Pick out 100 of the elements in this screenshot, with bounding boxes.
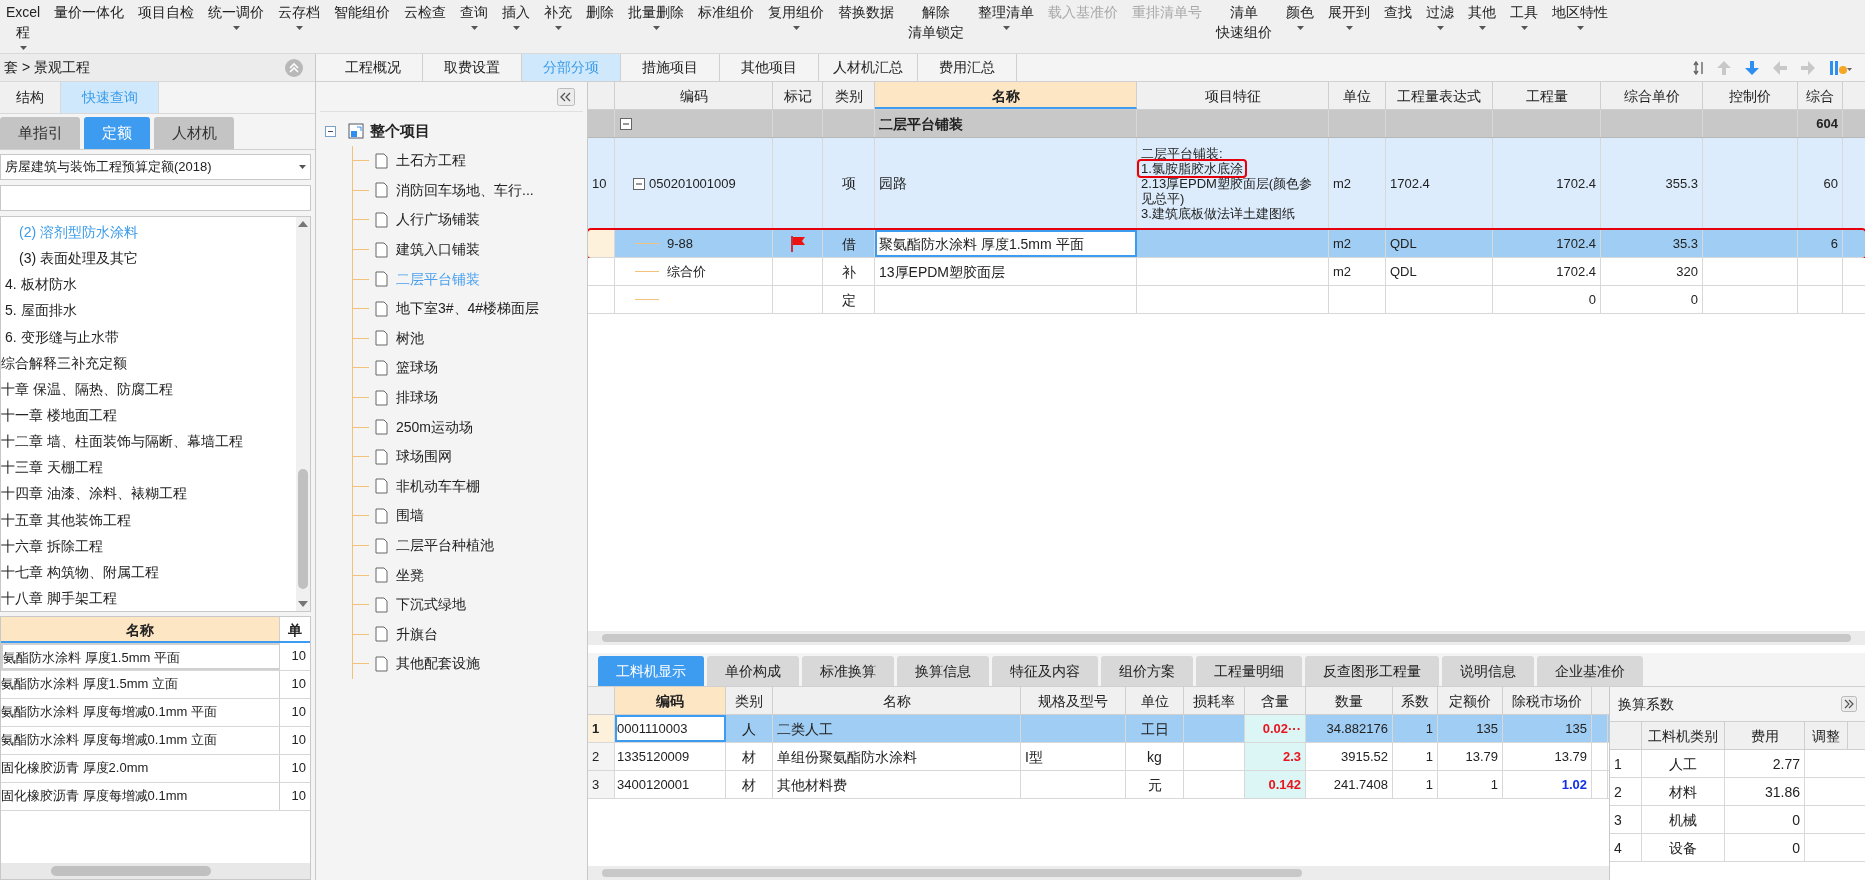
horizontal-scrollbar[interactable]: [1, 863, 310, 879]
tree-item[interactable]: 排球场: [396, 387, 438, 409]
detail-tab[interactable]: 单价构成: [707, 656, 799, 686]
toolbar-button[interactable]: 复用组价: [762, 0, 831, 30]
column-header: 标记: [773, 82, 823, 109]
tree-item[interactable]: 十四章 油漆、涂料、裱糊工程: [1, 480, 296, 507]
tree-item[interactable]: 十二章 墙、柱面装饰与隔断、幕墙工程: [1, 428, 296, 455]
tree-item[interactable]: 250m运动场: [396, 416, 474, 438]
toolbar-button[interactable]: 展开到: [1322, 0, 1377, 30]
detail-tab[interactable]: 组价方案: [1101, 656, 1193, 686]
table-cell: 元: [1126, 771, 1184, 798]
tree-item[interactable]: 建筑入口铺装: [396, 239, 480, 261]
panel-subtab[interactable]: 单指引: [0, 117, 80, 149]
toolbar-button[interactable]: 项目自检: [132, 0, 201, 22]
toolbar-button[interactable]: 云存档: [272, 0, 327, 30]
table-row[interactable]: 9-88 借 聚氨酯防水涂料 厚度1.5mm 平面 m2 QDL 1702.4 35.3 6: [588, 230, 1865, 258]
tree-item[interactable]: 十六章 拆除工程: [1, 532, 296, 559]
settings-icon: [1829, 59, 1853, 76]
scrollbar[interactable]: [296, 217, 310, 611]
detail-tab[interactable]: 企业基准价: [1537, 656, 1643, 686]
tree-item[interactable]: 4. 板材防水: [1, 271, 296, 298]
search-field[interactable]: [0, 185, 311, 211]
horizontal-scrollbar[interactable]: [588, 631, 1865, 645]
tree-item[interactable]: 消防回车场地、车行...: [396, 179, 534, 201]
table-cell[interactable]: 氨酯防水涂料 厚度每增减0.1mm 立面: [1, 727, 280, 754]
toolbar-button[interactable]: 整理清单: [972, 0, 1041, 30]
tree-item[interactable]: 十一章 楼地面工程: [1, 402, 296, 429]
tree-item[interactable]: 篮球场: [396, 357, 438, 379]
table-row[interactable]: 1 0001110003 人 二类人工 工日 0.02··· 34.882176 1 135 135: [588, 715, 1609, 743]
detail-tab[interactable]: 说明信息: [1442, 656, 1534, 686]
toolbar-button[interactable]: 过滤: [1420, 0, 1461, 30]
horizontal-scrollbar[interactable]: [588, 866, 1609, 880]
tree-item[interactable]: 二层平台种植池: [396, 535, 494, 556]
table-row[interactable]: 2 1335120009 材 单组份聚氨酯防水涂料 I型 kg 2.3 3915.52 1 13.79 13.79: [588, 743, 1609, 771]
panel-tab[interactable]: 结构: [0, 82, 61, 113]
document-icon: [375, 152, 388, 169]
detail-tab[interactable]: 工程量明细: [1196, 656, 1302, 686]
toolbar-button[interactable]: Excel 程: [0, 0, 47, 50]
scroll-thumb[interactable]: [298, 469, 308, 589]
table-cell[interactable]: 氨酯防水涂料 厚度每增减0.1mm 平面: [1, 699, 280, 726]
tree-item[interactable]: 土石方工程: [396, 150, 466, 172]
table-cell[interactable]: 氨酯防水涂料 厚度1.5mm 平面: [1, 643, 280, 670]
tree-item[interactable]: 围墙: [396, 505, 424, 527]
document-icon: [375, 655, 388, 672]
tree-item[interactable]: 非机动车车棚: [396, 475, 480, 497]
toolbar-button[interactable]: 地区特性: [1546, 0, 1615, 30]
tree-item[interactable]: 人行广场铺装: [396, 209, 480, 231]
table-cell[interactable]: 固化橡胶沥青 厚度2.0mm: [1, 755, 280, 782]
toolbar-button[interactable]: 标准组价: [692, 0, 761, 22]
table-row[interactable]: 综合价 补 13厚EPDM塑胶面层 m2 QDL 1702.4 320: [588, 258, 1865, 286]
tree-item[interactable]: 综合解释三补充定额: [1, 349, 296, 376]
tree-item[interactable]: 地下室3#、4#楼梯面层: [396, 298, 540, 320]
tree-item[interactable]: 十八章 脚手架工程: [1, 584, 296, 612]
toolbar-button[interactable]: 批量删除: [622, 0, 691, 30]
library-dropdown[interactable]: 房屋建筑与装饰工程预算定额(2018): [0, 154, 311, 180]
detail-tab[interactable]: 标准换算: [802, 656, 894, 686]
toolbar-button[interactable]: 工具: [1504, 0, 1545, 30]
table-cell[interactable]: 氨酯防水涂料 厚度1.5mm 立面: [1, 671, 280, 698]
toolbar-button[interactable]: 量价一体化: [48, 0, 131, 22]
toolbar-button[interactable]: 删除: [580, 0, 621, 22]
column-header: 系数: [1393, 687, 1438, 714]
toolbar-button[interactable]: 解除 清单锁定: [902, 0, 971, 42]
tree-item[interactable]: 5. 屋面排水: [1, 297, 296, 324]
tree-item[interactable]: 坐凳: [396, 564, 424, 586]
toolbar-button[interactable]: 查询: [454, 0, 495, 30]
toolbar-button[interactable]: 插入: [496, 0, 537, 30]
code-text: 050201001009: [649, 174, 736, 193]
tree-root[interactable]: 整个项目: [370, 119, 430, 143]
tree-item[interactable]: 树池: [396, 327, 424, 349]
detail-tab[interactable]: 换算信息: [897, 656, 989, 686]
detail-tab[interactable]: 特征及内容: [992, 656, 1098, 686]
tree-item[interactable]: (3) 表面处理及其它: [1, 245, 296, 272]
tree-item[interactable]: 6. 变形缝与止水带: [1, 323, 296, 350]
tree-item[interactable]: 球场围网: [396, 446, 452, 468]
toolbar-button[interactable]: 查找: [1378, 0, 1419, 22]
panel-subtab[interactable]: 人材机: [154, 117, 234, 149]
toolbar-button[interactable]: 补充: [538, 0, 579, 30]
scroll-thumb[interactable]: [51, 866, 211, 876]
tree-item[interactable]: 十七章 构筑物、附属工程: [1, 558, 296, 585]
table-cell[interactable]: 固化橡胶沥青 厚度每增减0.1mm: [1, 783, 280, 810]
tree-item[interactable]: 升旗台: [396, 623, 438, 645]
document-icon: [375, 507, 388, 524]
toolbar-button[interactable]: 云检查: [398, 0, 453, 22]
tree-item[interactable]: 十三章 天棚工程: [1, 454, 296, 481]
tree-item[interactable]: 下沉式绿地: [396, 594, 466, 616]
tree-item[interactable]: 十五章 其他装饰工程: [1, 506, 296, 533]
table-row[interactable]: 定 0 0: [588, 286, 1865, 314]
toolbar-button[interactable]: 颜色: [1280, 0, 1321, 30]
tree-item[interactable]: 十章 保温、隔热、防腐工程: [1, 375, 296, 402]
input-field[interactable]: 聚氨酯防水涂料 厚度1.5mm 平面: [875, 230, 1137, 257]
detail-tab[interactable]: 反查图形工程量: [1305, 656, 1439, 686]
toolbar-button[interactable]: 统一调价: [202, 0, 271, 30]
toolbar-button[interactable]: 替换数据: [832, 0, 901, 22]
tree-item[interactable]: 其他配套设施: [396, 653, 480, 675]
toolbar-button[interactable]: 其他: [1462, 0, 1503, 30]
scroll-thumb[interactable]: [602, 869, 1302, 877]
toolbar-button[interactable]: 智能组价: [328, 0, 397, 22]
scroll-thumb[interactable]: [602, 634, 1851, 642]
table-row[interactable]: 3 3400120001 材 其他材料费 元 0.142 241.7408 1 1 1.02: [588, 771, 1609, 799]
toolbar-button[interactable]: 清单 快速组价: [1210, 0, 1279, 42]
